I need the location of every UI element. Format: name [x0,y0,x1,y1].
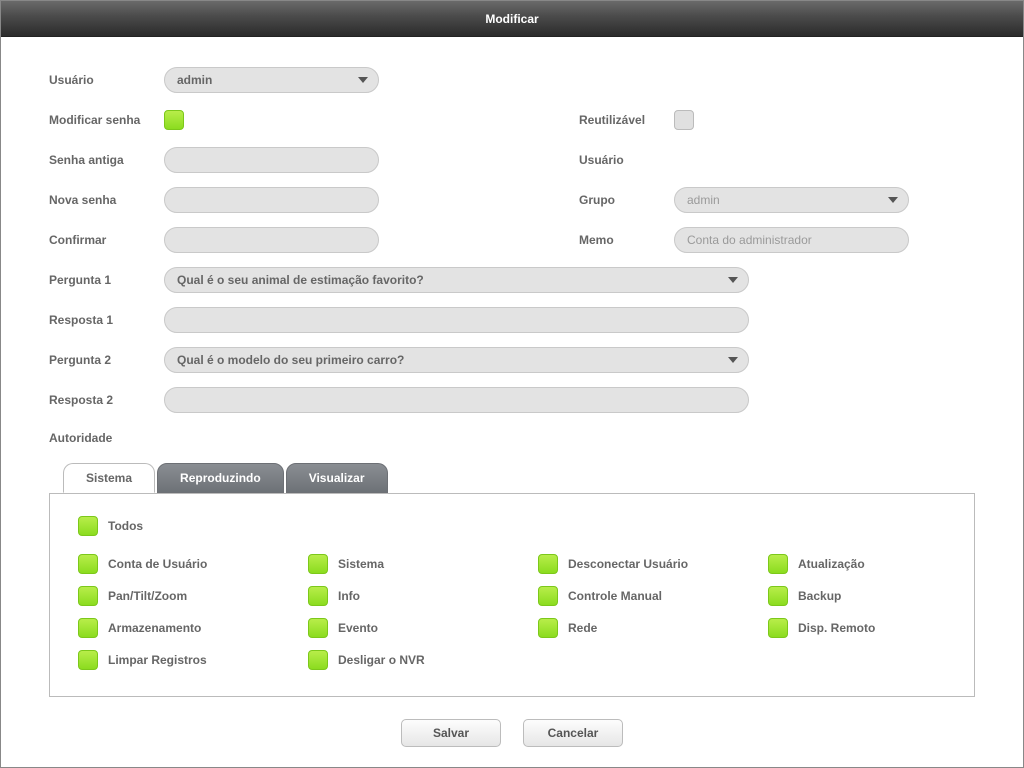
perm-item[interactable]: Pan/Tilt/Zoom [78,586,308,606]
perm-item[interactable]: Limpar Registros [78,650,308,670]
senha-antiga-label: Senha antiga [49,153,164,167]
perm-todos-label: Todos [108,519,143,533]
perm-item[interactable]: Desconectar Usuário [538,554,768,574]
perm-checkbox[interactable] [78,618,98,638]
perm-item[interactable]: Rede [538,618,768,638]
perm-checkbox[interactable] [308,586,328,606]
perm-checkbox[interactable] [308,650,328,670]
modificar-senha-checkbox[interactable] [164,110,184,130]
perm-checkbox[interactable] [78,650,98,670]
perm-checkbox[interactable] [78,586,98,606]
perm-label: Atualização [798,557,865,571]
perm-item[interactable]: Sistema [308,554,538,574]
pergunta2-value: Qual é o modelo do seu primeiro carro? [177,353,404,367]
resposta2-label: Resposta 2 [49,393,164,407]
form: Usuário admin Modificar senha Reutilizáv… [49,67,975,413]
grupo-label: Grupo [579,193,674,207]
chevron-down-icon [358,77,368,83]
perm-item[interactable]: Controle Manual [538,586,768,606]
chevron-down-icon [888,197,898,203]
chevron-down-icon [728,277,738,283]
perm-item[interactable]: Atualização [768,554,948,574]
perm-item[interactable]: Backup [768,586,948,606]
cancel-button[interactable]: Cancelar [523,719,623,747]
perm-todos-checkbox[interactable] [78,516,98,536]
grupo-select-value: admin [687,193,720,207]
memo-placeholder: Conta do administrador [687,233,812,247]
perm-checkbox[interactable] [768,586,788,606]
confirmar-label: Confirmar [49,233,164,247]
memo-input[interactable]: Conta do administrador [674,227,909,253]
perm-label: Conta de Usuário [108,557,207,571]
perm-label: Controle Manual [568,589,662,603]
perm-checkbox[interactable] [308,618,328,638]
perm-label: Pan/Tilt/Zoom [108,589,187,603]
pergunta1-label: Pergunta 1 [49,273,164,287]
resposta1-input[interactable] [164,307,749,333]
perm-item[interactable]: Conta de Usuário [78,554,308,574]
authority-tabs: Sistema Reproduzindo Visualizar Todos Co… [49,463,975,697]
modificar-senha-label: Modificar senha [49,113,164,127]
pergunta2-select[interactable]: Qual é o modelo do seu primeiro carro? [164,347,749,373]
grupo-select[interactable]: admin [674,187,909,213]
dialog-title: Modificar [1,1,1023,37]
nova-senha-input[interactable] [164,187,379,213]
perm-checkbox[interactable] [538,554,558,574]
nova-senha-label: Nova senha [49,193,164,207]
perm-label: Info [338,589,360,603]
dialog-footer: Salvar Cancelar [49,697,975,757]
perm-label: Evento [338,621,378,635]
tab-sistema[interactable]: Sistema [63,463,155,493]
perm-todos[interactable]: Todos [78,516,948,536]
autoridade-label: Autoridade [49,431,975,445]
dialog-content: Usuário admin Modificar senha Reutilizáv… [1,37,1023,767]
perm-item[interactable]: Info [308,586,538,606]
perm-checkbox[interactable] [538,618,558,638]
tab-panel-sistema: Todos Conta de Usuário Sistema Desconect… [49,493,975,697]
perm-item[interactable]: Armazenamento [78,618,308,638]
perm-label: Sistema [338,557,384,571]
reutilizavel-label: Reutilizável [579,113,674,127]
perm-label: Desligar o NVR [338,653,425,667]
perm-label: Desconectar Usuário [568,557,688,571]
pergunta1-value: Qual é o seu animal de estimação favorit… [177,273,424,287]
confirmar-input[interactable] [164,227,379,253]
perm-label: Limpar Registros [108,653,207,667]
tab-visualizar[interactable]: Visualizar [286,463,388,493]
chevron-down-icon [728,357,738,363]
perm-checkbox[interactable] [768,554,788,574]
senha-antiga-input[interactable] [164,147,379,173]
save-button[interactable]: Salvar [401,719,501,747]
usuario-label: Usuário [49,73,164,87]
pergunta1-select[interactable]: Qual é o seu animal de estimação favorit… [164,267,749,293]
perm-checkbox[interactable] [308,554,328,574]
resposta2-input[interactable] [164,387,749,413]
perm-label: Armazenamento [108,621,201,635]
modify-user-dialog: Modificar Usuário admin Modificar senha [0,0,1024,768]
perm-checkbox[interactable] [78,554,98,574]
usuario-select[interactable]: admin [164,67,379,93]
perm-label: Disp. Remoto [798,621,875,635]
perm-label: Rede [568,621,597,635]
memo-label: Memo [579,233,674,247]
usuario-right-label: Usuário [579,153,674,167]
perm-item[interactable]: Evento [308,618,538,638]
perm-checkbox[interactable] [538,586,558,606]
perm-item[interactable]: Desligar o NVR [308,650,538,670]
perm-label: Backup [798,589,841,603]
resposta1-label: Resposta 1 [49,313,164,327]
tab-reproduzindo[interactable]: Reproduzindo [157,463,284,493]
perm-checkbox[interactable] [768,618,788,638]
perm-item[interactable]: Disp. Remoto [768,618,948,638]
reutilizavel-checkbox[interactable] [674,110,694,130]
usuario-select-value: admin [177,73,212,87]
pergunta2-label: Pergunta 2 [49,353,164,367]
